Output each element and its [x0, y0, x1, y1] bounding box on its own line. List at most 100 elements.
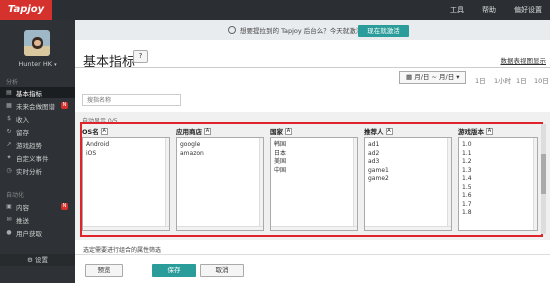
list-item[interactable]: ad2 [368, 150, 389, 159]
list-item[interactable]: google [180, 141, 204, 150]
sort-az-button[interactable]: A [486, 127, 493, 135]
column-header-label: 应用商店 [176, 128, 202, 136]
cancel-button[interactable]: 取消 [200, 264, 244, 277]
sidebar-item-revenue[interactable]: $ 收入 [0, 113, 75, 124]
list-item[interactable]: 1.4 [462, 175, 472, 184]
filter-list[interactable]: ad1 ad2 ad3 game1 game2 [364, 137, 452, 231]
column-header-label: 推荐人 [364, 128, 384, 136]
new-badge: N [61, 102, 68, 109]
sidebar-section-analysis: 分析 [6, 79, 19, 86]
list-item[interactable]: 1.5 [462, 184, 472, 193]
scrollbar[interactable] [83, 226, 169, 230]
column-header: 游戏版本 A [458, 126, 493, 136]
settings-button[interactable]: ⚙ 设置 [0, 254, 75, 266]
list-item[interactable]: 1.6 [462, 192, 472, 201]
list-item[interactable]: 1.2 [462, 158, 472, 167]
scrollbar[interactable] [271, 226, 357, 230]
scrollbar[interactable] [353, 138, 357, 230]
top-nav: 工具 帮助 偏好设置 [450, 0, 542, 20]
sidebar-item-user-acquisition[interactable]: ● 用户获取 [0, 227, 75, 238]
top-nav-preferences[interactable]: 偏好设置 [514, 5, 542, 15]
scrollbar[interactable] [165, 138, 169, 230]
preview-button[interactable]: 预览 [85, 264, 123, 277]
scrollbar[interactable] [447, 138, 451, 230]
user-icon: ● [6, 229, 12, 236]
sidebar-item-graph[interactable]: ▦ 未来会做图谱 N [0, 100, 75, 111]
range-1-day-alt[interactable]: 1日 [516, 75, 527, 85]
event-icon: ✦ [6, 154, 12, 161]
sidebar-item-label: 基本指标 [16, 89, 42, 98]
sort-az-button[interactable]: A [285, 127, 292, 135]
sort-az-button[interactable]: A [385, 127, 393, 135]
filter-column-referrer: 推荐人 A ad1 ad2 ad3 game1 game2 [364, 126, 452, 232]
column-header: OS名 A [82, 126, 108, 136]
table-view-link[interactable]: 数据表视图显示 [501, 55, 547, 65]
filter-list[interactable]: 韩国 日本 美国 中国 [270, 137, 358, 231]
list-item[interactable]: 1.0 [462, 141, 472, 150]
list-item[interactable]: ad3 [368, 158, 389, 167]
filter-column-store: 应用商店 A google amazon [176, 126, 264, 232]
sidebar-item-custom-event[interactable]: ✦ 自定义事件 [0, 152, 75, 163]
sidebar-item-retention[interactable]: ↻ 留存 [0, 126, 75, 137]
avatar[interactable] [24, 30, 50, 56]
list-item[interactable]: game1 [368, 167, 389, 176]
list-item[interactable]: 中国 [274, 167, 286, 176]
scrollbar[interactable] [533, 138, 537, 230]
column-header: 应用商店 A [176, 126, 211, 136]
list-item[interactable]: 美国 [274, 158, 286, 167]
calendar-icon: ▦ [406, 73, 413, 81]
main-panel: 基本指标 ? 数据表视图显示 ▦ 月/日 ~ 月/日 ▾ 1日 1小时 1日 1… [75, 40, 550, 283]
sort-az-button[interactable]: A [204, 127, 211, 135]
scrollbar-thumb[interactable] [541, 154, 546, 194]
sidebar-item-label: 内容 [16, 203, 29, 212]
range-1-hour[interactable]: 1小时 [494, 75, 511, 85]
top-nav-tools[interactable]: 工具 [450, 5, 464, 15]
username-label: Hunter HK [18, 60, 52, 68]
list-item[interactable]: 1.1 [462, 150, 472, 159]
range-10-day[interactable]: 10日 [534, 75, 549, 85]
date-range-value: 月/日 ~ 月/日 [414, 73, 455, 81]
list-item[interactable]: 1.3 [462, 167, 472, 176]
sidebar-item-content[interactable]: ▣ 内容 N [0, 201, 75, 212]
gear-icon: ⚙ [27, 256, 33, 264]
help-button[interactable]: ? [133, 50, 148, 63]
list-item[interactable]: 1.8 [462, 209, 472, 218]
sidebar-item-realtime[interactable]: ◷ 实时分析 [0, 165, 75, 176]
filter-list[interactable]: google amazon [176, 137, 264, 231]
divider [75, 254, 550, 255]
scrollbar[interactable] [259, 138, 263, 230]
activate-now-button[interactable]: 现在就激活 [358, 25, 409, 37]
filter-list[interactable]: 1.0 1.1 1.2 1.3 1.4 1.5 1.6 1.7 1.8 [458, 137, 538, 231]
sidebar-item-label: 游戏趋势 [16, 141, 42, 150]
scrollbar[interactable] [177, 226, 263, 230]
list-item[interactable]: amazon [180, 150, 204, 159]
tapjoy-logo[interactable]: Tapjoy [0, 0, 52, 20]
list-item[interactable]: game2 [368, 175, 389, 184]
sidebar-item-push[interactable]: ✉ 推送 [0, 214, 75, 225]
range-1-day[interactable]: 1日 [475, 75, 486, 85]
username-dropdown[interactable]: Hunter HK ▾ [0, 60, 75, 68]
filter-hint: 选定需要进行组合的属性筛选 [83, 247, 162, 254]
sidebar-item-label: 未来会做图谱 [16, 102, 55, 111]
trend-icon: ↗ [6, 141, 12, 148]
scrollbar[interactable] [365, 226, 451, 230]
list-item[interactable]: ad1 [368, 141, 389, 150]
date-range-select[interactable]: ▦ 月/日 ~ 月/日 ▾ [399, 71, 466, 84]
filter-list[interactable]: Android iOS [82, 137, 170, 231]
list-item[interactable]: 韩国 [274, 141, 286, 150]
money-icon: $ [7, 115, 11, 122]
list-item[interactable]: 日本 [274, 150, 286, 159]
filter-scrollbar[interactable] [541, 124, 546, 234]
sidebar-item-game-trend[interactable]: ↗ 游戏趋势 [0, 139, 75, 150]
list-item[interactable]: 1.7 [462, 201, 472, 210]
sidebar-item-basic-metrics[interactable]: ▤ 基本指标 [0, 87, 75, 98]
search-input[interactable] [82, 94, 181, 106]
divider [75, 67, 550, 68]
list-item[interactable]: Android [86, 141, 109, 150]
list-item[interactable]: iOS [86, 150, 109, 159]
top-bar: Tapjoy 工具 帮助 偏好设置 [0, 0, 550, 20]
top-nav-help[interactable]: 帮助 [482, 5, 496, 15]
filter-column-country: 国家 A 韩国 日本 美国 中国 [270, 126, 358, 232]
save-button[interactable]: 保存 [152, 264, 196, 277]
sort-az-button[interactable]: A [100, 127, 108, 135]
